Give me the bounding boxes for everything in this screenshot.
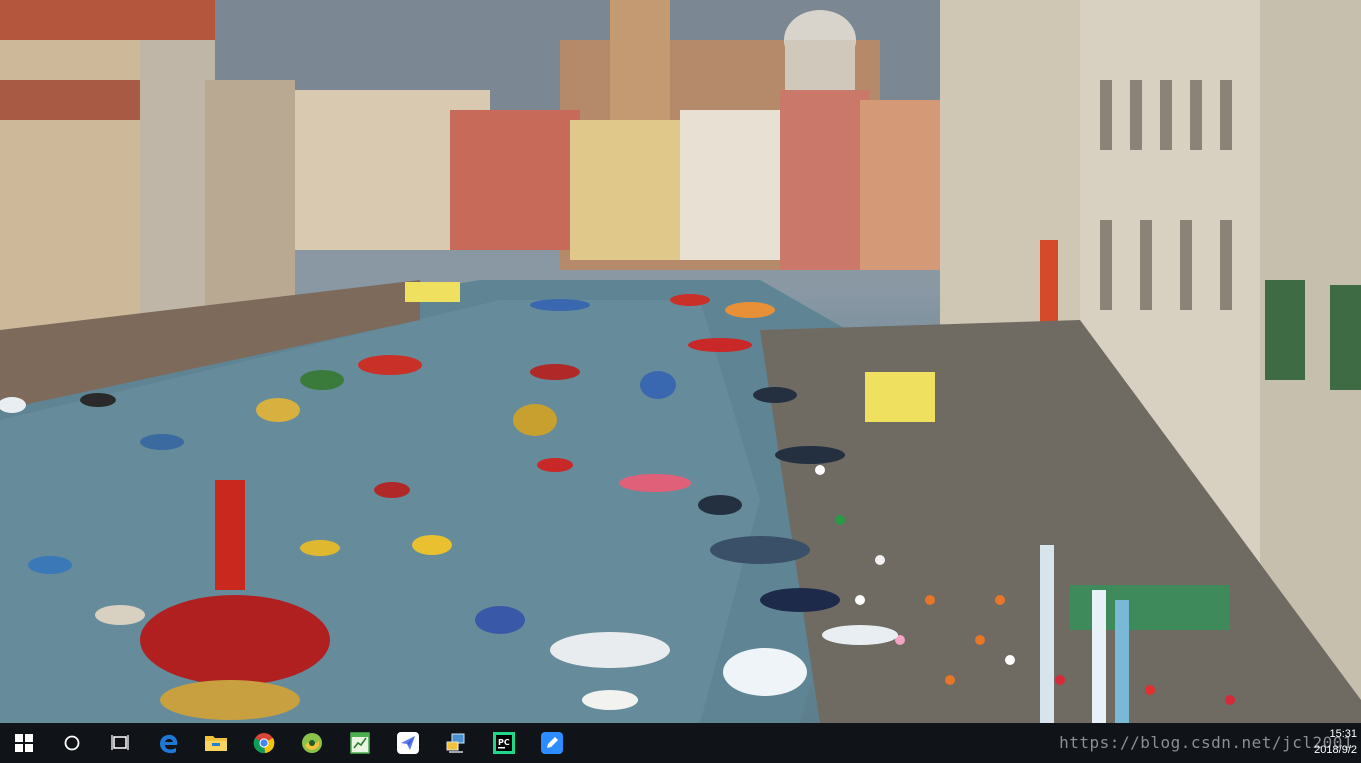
svg-text:PC: PC (498, 738, 510, 747)
taskbar-app-notepad-chart[interactable] (336, 723, 384, 763)
pycharm-icon: PC (493, 732, 515, 754)
network-computer-icon (446, 733, 465, 753)
search-button[interactable] (48, 723, 96, 763)
app-green-circle-icon (302, 733, 322, 753)
taskbar-app-network-computer[interactable] (432, 723, 480, 763)
task-view-icon (111, 735, 129, 750)
taskbar-app-file-explorer[interactable] (192, 723, 240, 763)
clock-date: 2018/9/2 (1314, 744, 1357, 756)
taskbar-app-blue-pencil[interactable] (528, 723, 576, 763)
notepad-chart-icon (350, 732, 370, 754)
cortana-circle-icon (64, 735, 80, 751)
file-explorer-icon (205, 736, 227, 751)
clock-time: 15:31 (1329, 728, 1357, 740)
taskbar-app-pycharm[interactable]: PC (480, 723, 528, 763)
taskbar-app-edge[interactable] (144, 723, 192, 763)
blue-pencil-app-icon (541, 732, 563, 754)
edge-icon (160, 734, 178, 754)
taskbar-app-green-circle[interactable] (288, 723, 336, 763)
paper-plane-app-icon (397, 732, 419, 754)
taskbar-app-chrome[interactable] (240, 723, 288, 763)
task-view-button[interactable] (96, 723, 144, 763)
taskbar: PC https://blog.csdn.net/jcl2001 15:31 2… (0, 723, 1361, 763)
windows-logo-icon (15, 734, 33, 752)
desktop-wallpaper (0, 0, 1361, 723)
chrome-icon (253, 733, 275, 754)
taskbar-app-paper-plane[interactable] (384, 723, 432, 763)
wallpaper-image (0, 0, 1361, 723)
start-button[interactable] (0, 723, 48, 763)
taskbar-clock[interactable]: 15:31 2018/9/2 (1289, 726, 1359, 758)
